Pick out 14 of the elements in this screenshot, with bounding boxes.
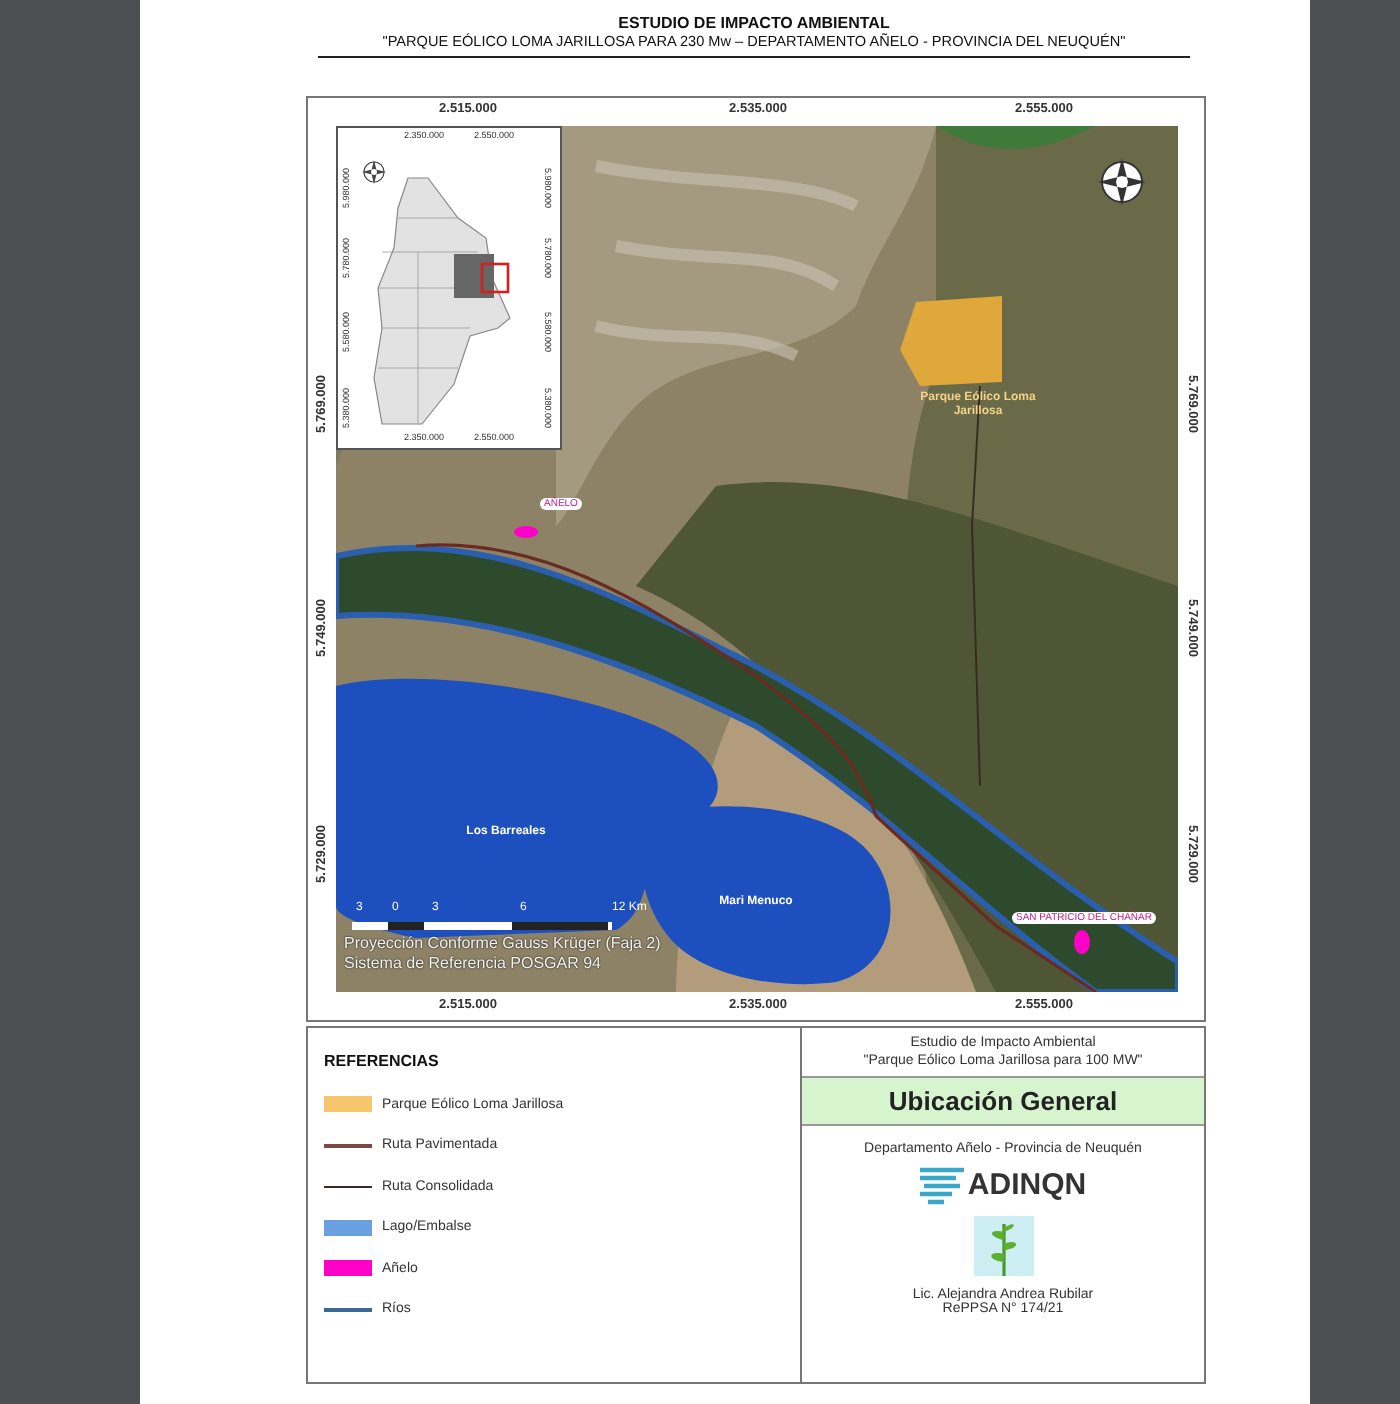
town-area	[1074, 930, 1090, 954]
compass-rose-icon	[362, 160, 386, 184]
map-heading: Ubicación General	[802, 1075, 1204, 1125]
town-area	[514, 526, 538, 538]
legend-title: REFERENCIAS	[324, 1052, 441, 1070]
projection-note: Proyección Conforme Gauss Krüger (Faja 2)	[344, 934, 661, 954]
logo-wordmark: ADINQN	[967, 1168, 1087, 1202]
document-title: ESTUDIO DE IMPACTO AMBIENTAL	[616, 14, 892, 32]
wind-farm-polygon	[900, 296, 1002, 386]
compass-rose-icon	[1098, 158, 1146, 206]
stripes-logo-icon	[919, 1165, 964, 1205]
location-highlight-box	[480, 262, 510, 294]
projection-note: Sistema de Referencia POSGAR 94	[344, 953, 604, 973]
leaf-logo-icon	[969, 1211, 1037, 1279]
